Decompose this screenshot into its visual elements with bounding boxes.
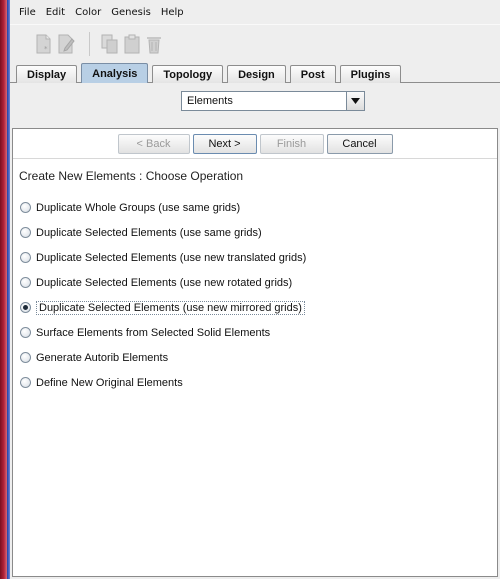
menu-bar: File Edit Color Genesis Help bbox=[10, 0, 500, 24]
new-document-icon[interactable]: * bbox=[34, 33, 53, 55]
window-edge-stripe bbox=[0, 0, 7, 579]
svg-text:*: * bbox=[44, 45, 48, 53]
application-window: File Edit Color Genesis Help * Display A… bbox=[10, 0, 500, 579]
cancel-button[interactable]: Cancel bbox=[326, 133, 393, 154]
option-label: Generate Autorib Elements bbox=[36, 351, 169, 364]
radio-button[interactable] bbox=[20, 377, 31, 388]
copy-icon[interactable] bbox=[100, 33, 119, 55]
option-label: Duplicate Whole Groups (use same grids) bbox=[36, 201, 241, 214]
option-label: Surface Elements from Selected Solid Ele… bbox=[36, 326, 271, 339]
option-duplicate-same-grids[interactable]: Duplicate Selected Elements (use same gr… bbox=[13, 220, 497, 245]
main-tabs: Display Analysis Topology Design Post Pl… bbox=[10, 62, 500, 83]
menu-color[interactable]: Color bbox=[70, 7, 106, 18]
category-row: Elements bbox=[46, 83, 500, 119]
tab-analysis[interactable]: Analysis bbox=[81, 63, 149, 83]
chevron-down-icon[interactable] bbox=[346, 92, 364, 110]
radio-button[interactable] bbox=[20, 327, 31, 338]
wizard-nav: < Back Next > Finish Cancel bbox=[13, 129, 497, 159]
option-duplicate-translated-grids[interactable]: Duplicate Selected Elements (use new tra… bbox=[13, 245, 497, 270]
category-select-value: Elements bbox=[187, 95, 233, 107]
tab-plugins[interactable]: Plugins bbox=[339, 65, 402, 83]
radio-button[interactable] bbox=[20, 227, 31, 238]
option-label: Duplicate Selected Elements (use same gr… bbox=[36, 226, 262, 239]
tab-topology[interactable]: Topology bbox=[152, 65, 224, 83]
option-duplicate-rotated-grids[interactable]: Duplicate Selected Elements (use new rot… bbox=[13, 270, 497, 295]
radio-button[interactable] bbox=[20, 202, 31, 213]
tab-display[interactable]: Display bbox=[16, 65, 78, 83]
tab-design[interactable]: Design bbox=[227, 65, 286, 83]
option-generate-autorib[interactable]: Generate Autorib Elements bbox=[13, 345, 497, 370]
option-label: Define New Original Elements bbox=[36, 376, 183, 389]
next-button[interactable]: Next > bbox=[192, 133, 257, 154]
radio-button[interactable] bbox=[20, 352, 31, 363]
option-label: Duplicate Selected Elements (use new tra… bbox=[36, 251, 307, 264]
wizard-panel: < Back Next > Finish Cancel Create New E… bbox=[12, 128, 498, 577]
tab-post[interactable]: Post bbox=[289, 65, 336, 83]
back-button[interactable]: < Back bbox=[117, 133, 190, 154]
option-define-new-original[interactable]: Define New Original Elements bbox=[13, 370, 497, 395]
category-select[interactable]: Elements bbox=[181, 91, 365, 111]
option-label: Duplicate Selected Elements (use new rot… bbox=[36, 276, 293, 289]
menu-help[interactable]: Help bbox=[156, 7, 189, 18]
wizard-heading: Create New Elements : Choose Operation bbox=[19, 169, 244, 183]
finish-button[interactable]: Finish bbox=[259, 133, 324, 154]
option-duplicate-whole-groups[interactable]: Duplicate Whole Groups (use same grids) bbox=[13, 195, 497, 220]
option-label: Duplicate Selected Elements (use new mir… bbox=[36, 300, 305, 315]
radio-button[interactable] bbox=[20, 252, 31, 263]
menu-genesis[interactable]: Genesis bbox=[106, 7, 156, 18]
paste-icon[interactable] bbox=[122, 33, 141, 55]
option-surface-elements[interactable]: Surface Elements from Selected Solid Ele… bbox=[13, 320, 497, 345]
edit-document-icon[interactable] bbox=[56, 33, 75, 55]
menu-edit[interactable]: Edit bbox=[41, 7, 70, 18]
radio-button-checked[interactable] bbox=[20, 302, 31, 313]
delete-icon[interactable] bbox=[144, 33, 163, 55]
toolbar: * bbox=[10, 24, 500, 62]
toolbar-separator bbox=[89, 31, 90, 56]
radio-button[interactable] bbox=[20, 277, 31, 288]
option-duplicate-mirrored-grids[interactable]: Duplicate Selected Elements (use new mir… bbox=[13, 295, 497, 320]
menu-file[interactable]: File bbox=[14, 7, 41, 18]
